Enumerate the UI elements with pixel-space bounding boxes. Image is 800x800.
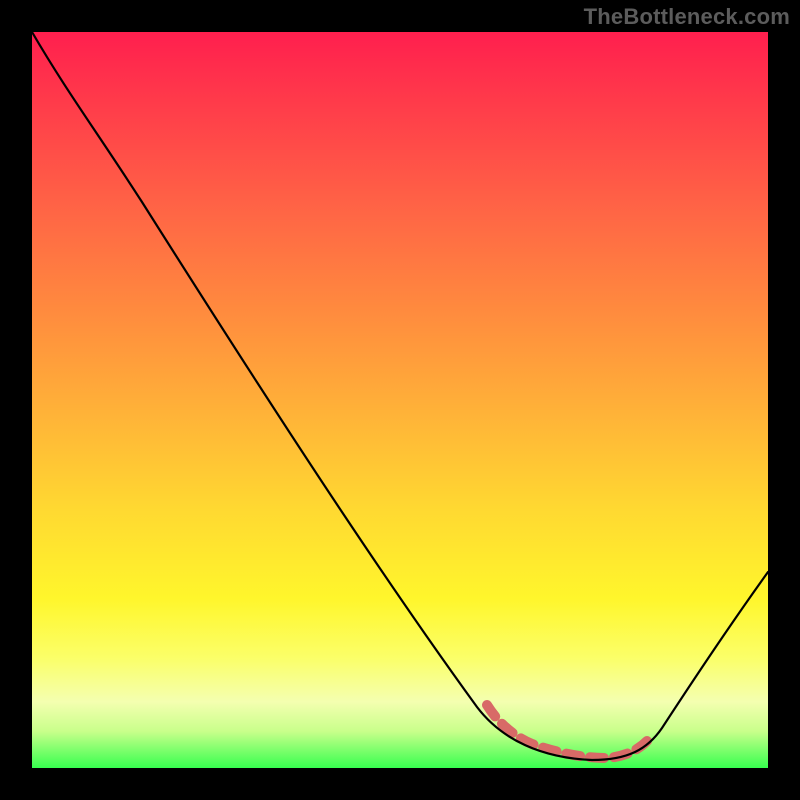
plot-area bbox=[32, 32, 768, 768]
watermark-text: TheBottleneck.com bbox=[584, 4, 790, 30]
chart-frame: TheBottleneck.com bbox=[0, 0, 800, 800]
bottleneck-curve bbox=[32, 32, 768, 768]
curve-line bbox=[32, 32, 768, 760]
floor-marker bbox=[487, 705, 647, 758]
